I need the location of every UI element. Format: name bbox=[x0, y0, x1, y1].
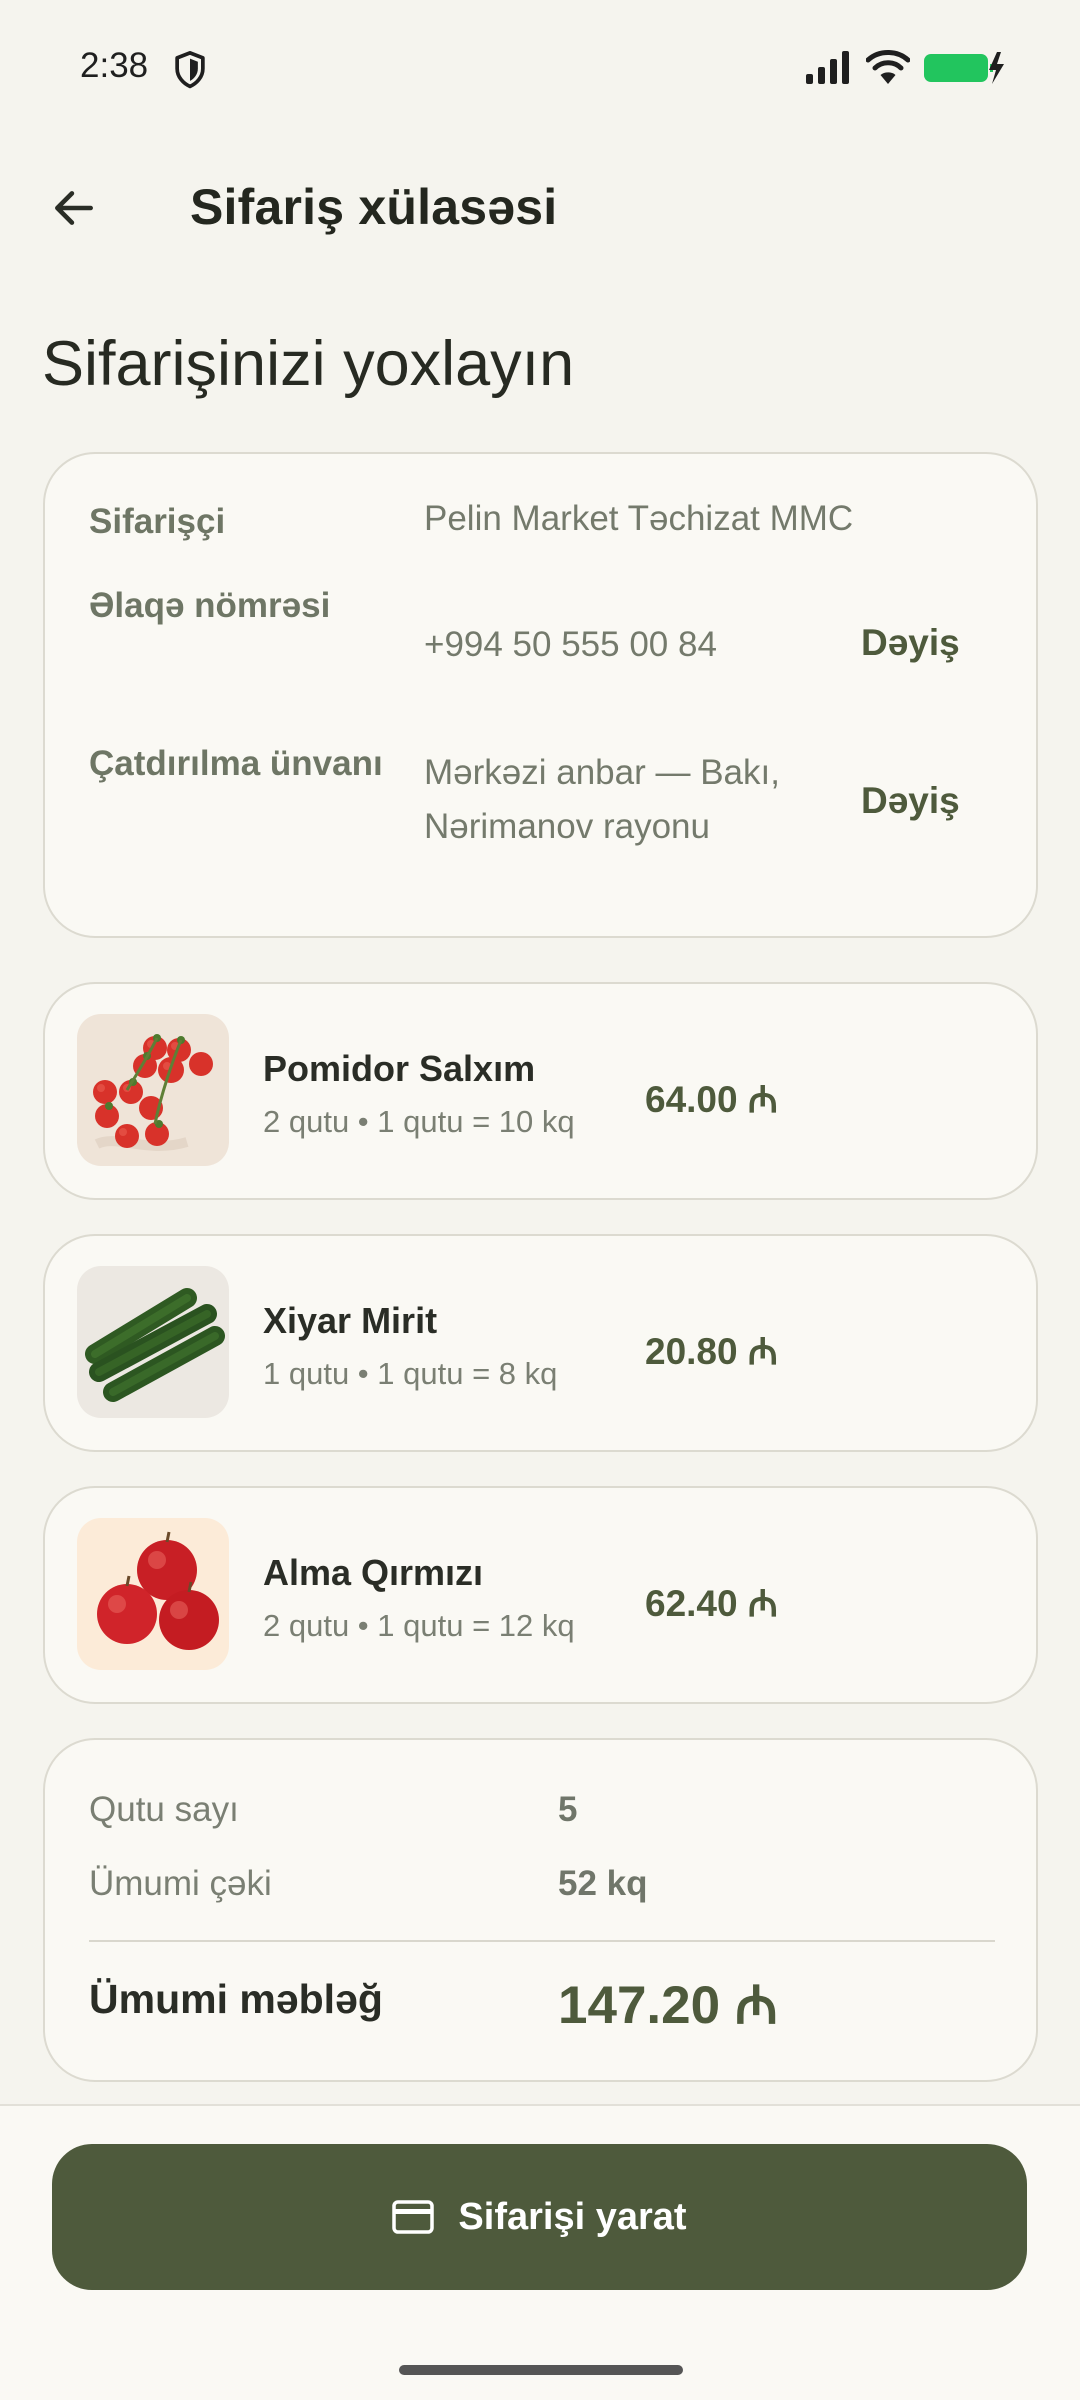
address-line-1: Mərkəzi anbar — Bakı, bbox=[424, 753, 780, 792]
weight-label: Ümumi çəki bbox=[89, 1864, 272, 1903]
address-line-2: Nərimanov rayonu bbox=[424, 807, 710, 846]
order-item-card: Xiyar Mirit 1 qutu • 1 qutu = 8 kq 20.80… bbox=[43, 1234, 1038, 1452]
address-value: Mərkəzi anbar — Bakı, Nərimanov rayonu bbox=[424, 746, 780, 854]
apple-image bbox=[77, 1518, 229, 1670]
order-item-card: Pomidor Salxım 2 qutu • 1 qutu = 10 kq 6… bbox=[43, 982, 1038, 1200]
item-name: Xiyar Mirit bbox=[263, 1300, 438, 1341]
customer-label: Sifarişçi bbox=[89, 502, 226, 541]
total-label: Ümumi məbləğ bbox=[89, 1976, 383, 2022]
page-heading: Sifarişinizi yoxlayın bbox=[42, 329, 575, 399]
item-name: Alma Qırmızı bbox=[263, 1552, 484, 1593]
cucumber-image bbox=[77, 1266, 229, 1418]
item-meta: 2 qutu • 1 qutu = 12 kq bbox=[263, 1608, 575, 1643]
weight-value: 52 kq bbox=[558, 1864, 648, 1903]
change-phone-button[interactable]: Dəyiş bbox=[861, 622, 960, 664]
battery-charging-icon bbox=[924, 52, 1004, 84]
order-summary-card: Qutu sayı 5 Ümumi çəki 52 kq Ümumi məblə… bbox=[43, 1738, 1038, 2082]
item-price: 20.80 ₼ bbox=[645, 1331, 778, 1372]
create-order-label: Sifarişi yarat bbox=[458, 2195, 687, 2238]
signal-icon bbox=[806, 51, 849, 84]
order-item-card: Alma Qırmızı 2 qutu • 1 qutu = 12 kq 62.… bbox=[43, 1486, 1038, 1704]
box-count-label: Qutu sayı bbox=[89, 1790, 239, 1829]
change-address-button[interactable]: Dəyiş bbox=[861, 780, 960, 822]
status-bar: 2:38 bbox=[0, 0, 1080, 136]
create-order-button[interactable]: Sifarişi yarat bbox=[52, 2144, 1027, 2290]
app-title: Sifariş xülasəsi bbox=[190, 179, 558, 235]
arrow-left-icon bbox=[55, 191, 93, 225]
customer-value: Pelin Market Təchizat MMC bbox=[424, 499, 854, 538]
item-name: Pomidor Salxım bbox=[263, 1048, 536, 1089]
home-indicator[interactable] bbox=[399, 2365, 683, 2375]
address-label: Çatdırılma ünvanı bbox=[89, 744, 383, 783]
bottom-action-bar: Sifarişi yarat bbox=[0, 2104, 1080, 2400]
credit-card-icon bbox=[392, 2200, 435, 2234]
status-time: 2:38 bbox=[80, 46, 149, 85]
box-count-value: 5 bbox=[558, 1790, 578, 1829]
app-bar: Sifariş xülasəsi bbox=[0, 150, 1080, 270]
phone-value: +994 50 555 00 84 bbox=[424, 625, 717, 664]
wifi-icon bbox=[866, 50, 910, 84]
item-meta: 1 qutu • 1 qutu = 8 kq bbox=[263, 1356, 558, 1391]
item-meta: 2 qutu • 1 qutu = 10 kq bbox=[263, 1104, 575, 1139]
phone-label: Əlaqə nömrəsi bbox=[89, 586, 331, 625]
total-value: 147.20 ₼ bbox=[558, 1976, 778, 2035]
item-price: 64.00 ₼ bbox=[645, 1079, 778, 1120]
shield-icon bbox=[175, 51, 205, 89]
item-price: 62.40 ₼ bbox=[645, 1583, 778, 1624]
tomato-image bbox=[77, 1014, 229, 1166]
order-info-card: Sifarişçi Pelin Market Təchizat MMC Əlaq… bbox=[43, 452, 1038, 938]
back-button[interactable] bbox=[38, 172, 110, 244]
divider bbox=[89, 1940, 995, 1942]
